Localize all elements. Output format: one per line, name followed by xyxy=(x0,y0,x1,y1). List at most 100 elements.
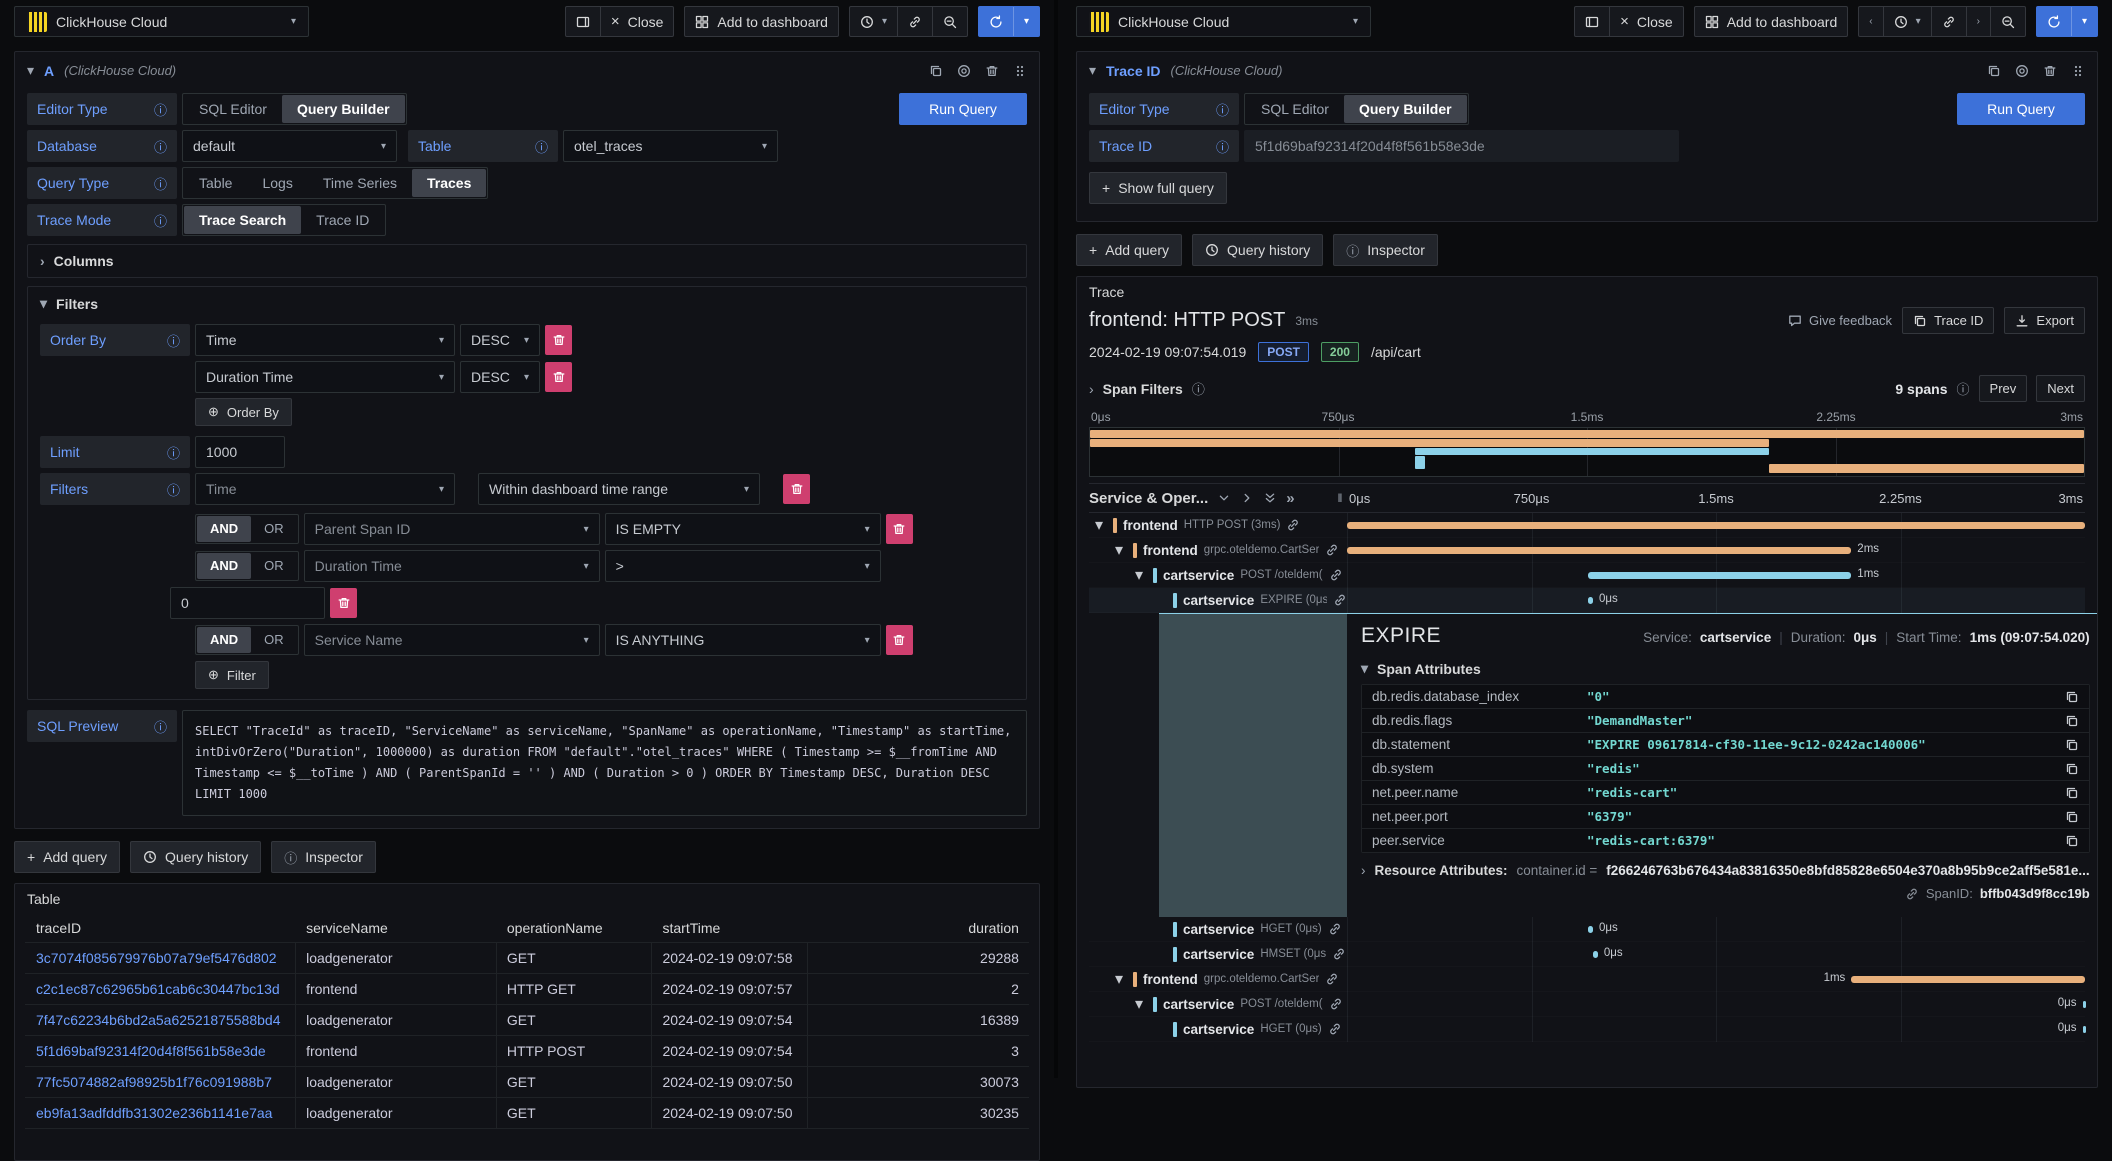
column-resize-handle[interactable]: ‖ xyxy=(1333,491,1347,505)
remove-filter-button[interactable] xyxy=(783,474,810,504)
or-option[interactable]: OR xyxy=(251,553,297,579)
query-builder-tab[interactable]: Query Builder xyxy=(282,95,405,123)
condition-field-select[interactable]: Duration Time▾ xyxy=(304,550,600,582)
chevron-down-icon[interactable]: ▾ xyxy=(1115,540,1127,560)
condition-value-input[interactable]: 0 xyxy=(170,587,325,619)
condition-field-select[interactable]: Parent Span ID▾ xyxy=(304,513,600,545)
add-query-button[interactable]: +Add query xyxy=(1076,234,1182,266)
remove-value-button[interactable] xyxy=(330,588,357,618)
trace-id-input[interactable]: 5f1d69baf92314f20d4f8f561b58e3de xyxy=(1244,130,1679,162)
order-by-field-select[interactable]: Time▾ xyxy=(195,324,455,356)
copy-icon[interactable] xyxy=(2065,690,2079,704)
inspector-button[interactable]: ⓘInspector xyxy=(271,841,376,873)
link-split-button[interactable] xyxy=(897,7,932,36)
zoom-out-button[interactable] xyxy=(1990,7,2025,36)
trace-id-link[interactable]: eb9fa13adfddfb31302e236b1141e7aa xyxy=(25,1098,296,1128)
trace-id-link[interactable]: c2c1ec87c62965b61cab6c30447bc13d xyxy=(25,974,296,1004)
trace-id-link[interactable]: 5f1d69baf92314f20d4f8f561b58e3de xyxy=(25,1036,296,1066)
give-feedback-button[interactable]: Give feedback xyxy=(1788,313,1892,328)
delete-query-icon[interactable] xyxy=(2043,64,2057,78)
span-link-icon[interactable] xyxy=(1328,1022,1342,1036)
column-header[interactable]: traceID xyxy=(25,914,296,942)
chevron-down-icon[interactable] xyxy=(1217,491,1231,505)
table-select[interactable]: otel_traces▾ xyxy=(563,130,778,162)
filter-field-select[interactable]: Time▾ xyxy=(195,473,455,505)
span-link-icon[interactable] xyxy=(1328,922,1342,936)
chevron-down-icon[interactable]: ▾ xyxy=(1115,969,1127,989)
zoom-out-button[interactable] xyxy=(932,7,967,36)
run-refresh-button[interactable] xyxy=(979,7,1013,36)
remove-condition-button[interactable] xyxy=(886,625,913,655)
split-pane-button[interactable] xyxy=(566,7,600,36)
order-by-dir-select[interactable]: DESC▾ xyxy=(460,324,540,356)
order-by-field-select[interactable]: Duration Time▾ xyxy=(195,361,455,393)
add-to-dashboard-button[interactable]: Add to dashboard xyxy=(685,7,838,36)
drag-handle-icon[interactable] xyxy=(2071,64,2085,78)
copy-icon[interactable] xyxy=(2065,786,2079,800)
copy-icon[interactable] xyxy=(2065,738,2079,752)
span-row[interactable]: cartserviceHMSET (0μs0μs xyxy=(1089,942,2085,967)
database-select[interactable]: default▾ xyxy=(182,130,397,162)
trace-mode-search[interactable]: Trace Search xyxy=(184,206,301,234)
split-pane-button[interactable] xyxy=(1575,7,1609,36)
sql-editor-tab[interactable]: SQL Editor xyxy=(1246,95,1344,123)
add-filter-button[interactable]: ⊕Filter xyxy=(195,661,269,689)
query-type-timeseries[interactable]: Time Series xyxy=(308,169,412,197)
time-picker-button[interactable]: ▾ xyxy=(1883,7,1931,36)
condition-field-select[interactable]: Service Name▾ xyxy=(304,624,600,656)
link-icon[interactable] xyxy=(1905,887,1919,901)
column-header[interactable]: duration xyxy=(808,914,1029,942)
trace-id-link[interactable]: 3c7074f085679976b07a79ef5476d802 xyxy=(25,943,296,973)
column-header[interactable]: startTime xyxy=(652,914,808,942)
filter-op-select[interactable]: Within dashboard time range▾ xyxy=(478,473,760,505)
chevron-down-icon[interactable]: ▾ xyxy=(1095,515,1107,535)
span-attributes-header[interactable]: ▾Span Attributes xyxy=(1361,660,2090,677)
add-to-dashboard-button[interactable]: Add to dashboard xyxy=(1695,7,1848,36)
span-link-icon[interactable] xyxy=(1329,568,1343,582)
query-type-logs[interactable]: Logs xyxy=(247,169,307,197)
condition-op-select[interactable]: >▾ xyxy=(605,550,881,582)
duplicate-query-icon[interactable] xyxy=(1987,64,2001,78)
close-button[interactable]: ×Close xyxy=(600,7,674,36)
span-link-icon[interactable] xyxy=(1332,947,1346,961)
limit-input[interactable]: 1000 xyxy=(195,436,285,468)
query-type-traces[interactable]: Traces xyxy=(412,169,486,197)
delete-query-icon[interactable] xyxy=(985,64,999,78)
time-shift-right-button[interactable]: › xyxy=(1966,7,1990,36)
refresh-interval-caret[interactable]: ▾ xyxy=(1013,7,1039,36)
copy-icon[interactable] xyxy=(2065,834,2079,848)
datasource-picker[interactable]: ClickHouse Cloud ▾ xyxy=(1076,6,1371,37)
duplicate-query-icon[interactable] xyxy=(929,64,943,78)
span-row[interactable]: cartserviceHGET (0μs)0μs xyxy=(1089,1017,2085,1042)
time-shift-left-button[interactable]: ‹ xyxy=(1859,7,1882,36)
inspector-button[interactable]: ⓘInspector xyxy=(1333,234,1438,266)
chevron-right-icon[interactable]: › xyxy=(1089,381,1094,397)
span-row[interactable]: ▾frontendHTTP POST (3ms) xyxy=(1089,513,2085,538)
trace-id-link[interactable]: 7f47c62234b6bd2a5a62521875588bd4 xyxy=(25,1005,296,1035)
trace-minimap[interactable] xyxy=(1089,427,2085,477)
link-split-button[interactable] xyxy=(1931,7,1966,36)
span-link-icon[interactable] xyxy=(1329,997,1343,1011)
trace-id-button[interactable]: Trace ID xyxy=(1902,307,1994,334)
double-chevron-right-icon[interactable]: » xyxy=(1286,490,1294,507)
order-by-dir-select[interactable]: DESC▾ xyxy=(460,361,540,393)
chevron-right-icon[interactable] xyxy=(1240,491,1254,505)
query-type-table[interactable]: Table xyxy=(184,169,247,197)
chevron-down-icon[interactable]: ▾ xyxy=(1135,994,1147,1014)
disable-query-icon[interactable] xyxy=(957,64,971,78)
and-option[interactable]: AND xyxy=(197,553,251,579)
collapse-chevron-icon[interactable]: ▾ xyxy=(27,62,34,79)
column-header[interactable]: operationName xyxy=(497,914,653,942)
refresh-interval-caret[interactable]: ▾ xyxy=(2071,7,2097,36)
span-link-icon[interactable] xyxy=(1333,593,1347,607)
service-operation-header[interactable]: Service & Oper... » xyxy=(1089,490,1333,507)
next-span-button[interactable]: Next xyxy=(2036,375,2085,402)
remove-condition-button[interactable] xyxy=(886,514,913,544)
span-row[interactable]: ▾frontendgrpc.oteldemo.CartSer1ms xyxy=(1089,967,2085,992)
condition-op-select[interactable]: IS EMPTY▾ xyxy=(605,513,881,545)
span-row[interactable]: cartserviceHGET (0μs)0μs xyxy=(1089,917,2085,942)
query-history-button[interactable]: Query history xyxy=(1192,234,1323,266)
query-history-button[interactable]: Query history xyxy=(130,841,261,873)
sql-editor-tab[interactable]: SQL Editor xyxy=(184,95,282,123)
time-picker-button[interactable]: ▾ xyxy=(850,7,897,36)
